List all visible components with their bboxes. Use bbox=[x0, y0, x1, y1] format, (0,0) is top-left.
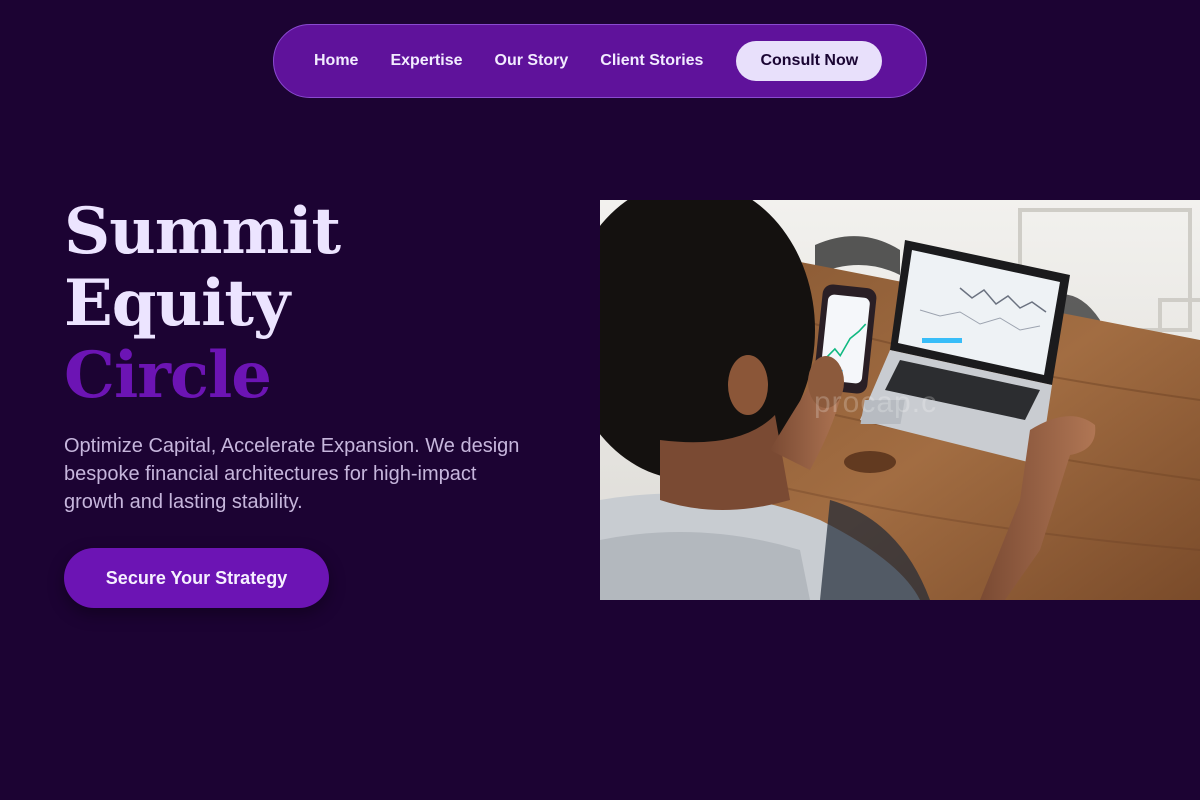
hero-subtitle: Optimize Capital, Accelerate Expansion. … bbox=[64, 435, 520, 513]
secure-strategy-button[interactable]: Secure Your Strategy bbox=[64, 548, 329, 608]
nav-link-expertise[interactable]: Expertise bbox=[390, 52, 462, 70]
nav-link-client-stories[interactable]: Client Stories bbox=[600, 52, 703, 70]
nav-link-our-story[interactable]: Our Story bbox=[495, 52, 569, 70]
hero-title: Summit Equity Circle bbox=[64, 194, 341, 413]
hero-title-line-3: Circle bbox=[64, 338, 272, 413]
consult-now-button[interactable]: Consult Now bbox=[736, 41, 883, 81]
hero-title-line-1: Summit bbox=[64, 194, 341, 269]
hero-image: procap.c bbox=[600, 200, 1200, 600]
nav-link-home[interactable]: Home bbox=[314, 52, 358, 70]
image-watermark: procap.c bbox=[814, 386, 938, 419]
hero-title-line-2: Equity bbox=[64, 266, 290, 341]
top-nav: Home Expertise Our Story Client Stories … bbox=[273, 24, 927, 98]
